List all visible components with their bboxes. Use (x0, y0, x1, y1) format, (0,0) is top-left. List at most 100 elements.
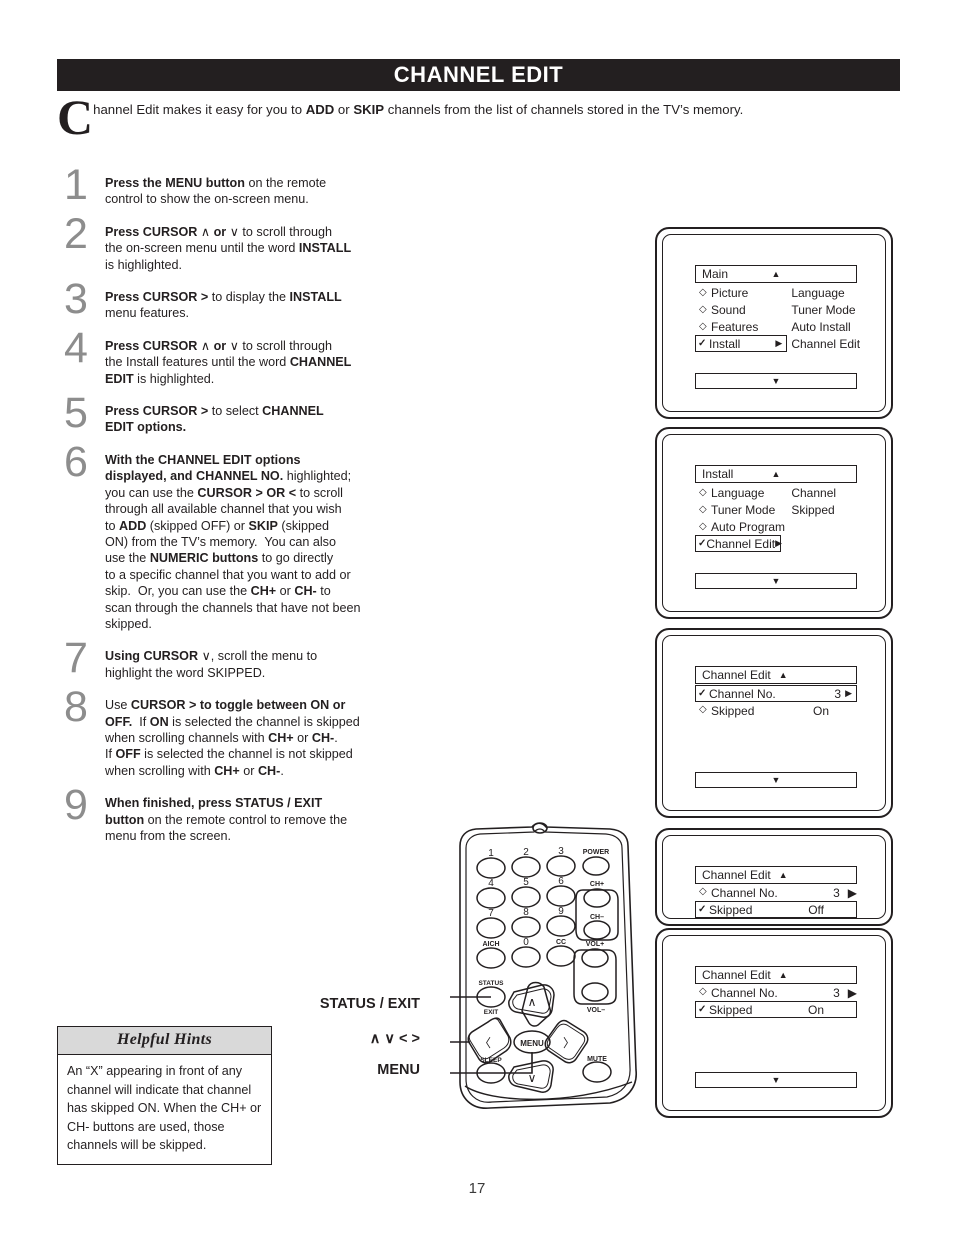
instruction-step: 8 Use CURSOR > to toggle between ON or OFF… (55, 684, 455, 779)
osd-scroll-down-bar[interactable]: ▼ (695, 573, 857, 589)
svg-text:7: 7 (488, 908, 494, 919)
chevron-right-icon: ▶ (845, 688, 852, 698)
osd-title-text: Channel Edit (702, 968, 771, 982)
menu-item[interactable]: ◇ Auto Program (695, 518, 787, 535)
menu-item-value: Off (808, 902, 824, 917)
menu-item-selected[interactable]: ✓ Channel No. 3 ▶ (695, 685, 857, 702)
osd-channel-edit: Channel Edit ▲ ✓ Channel No. 3 ▶ ◇ Skipp… (695, 666, 857, 719)
menu-item-selected[interactable]: ✓ Skipped On (695, 1001, 857, 1018)
osd-title-bar: Channel Edit ▲ (695, 666, 857, 684)
diamond-icon: ◇ (699, 304, 707, 315)
osd-title-bar: Install ▲ (695, 465, 857, 483)
svg-text:EXIT: EXIT (484, 1009, 498, 1016)
intro-text-1: hannel Edit makes it easy for you to (93, 102, 306, 117)
diamond-icon: ◇ (699, 521, 707, 532)
step-number: 9 (64, 781, 88, 830)
submenu-label: Skipped (791, 502, 835, 517)
diamond-icon: ◇ (699, 703, 707, 715)
scroll-up-icon: ▲ (778, 969, 788, 980)
menu-item[interactable]: ◇ Channel No. 3 ▶ (695, 884, 857, 901)
submenu-label: Channel (791, 485, 837, 500)
osd-scroll-down-bar[interactable]: ▼ (695, 772, 857, 788)
tv-screen-main-menu: Main ▲ ◇ Picture ◇ Sound ◇ Features ✓ In… (655, 227, 893, 419)
svg-text:CC: CC (556, 939, 566, 946)
remote-control-diagram: 1 2 3 POWER 4 5 6 CH+ 7 8 9 CH– AICH 0 C… (410, 820, 650, 1125)
menu-item[interactable]: ◇ Tuner Mode (695, 501, 787, 518)
svg-text:SLEEP: SLEEP (480, 1057, 502, 1064)
menu-item[interactable]: ◇ Picture (695, 284, 787, 301)
menu-item-label: Channel No. (711, 885, 778, 900)
osd-title-text: Channel Edit (702, 668, 771, 682)
menu-item-label: Install (709, 336, 741, 351)
scroll-down-icon: ▼ (771, 376, 781, 386)
svg-text:STATUS: STATUS (478, 980, 504, 987)
diamond-icon: ◇ (699, 885, 707, 897)
svg-text:3: 3 (558, 846, 564, 857)
intro-paragraph: C hannel Edit makes it easy for you to A… (57, 92, 902, 142)
menu-item-label: Sound (711, 302, 746, 317)
menu-item-value: 3 (833, 985, 840, 1000)
callout-menu: MENU (377, 1062, 420, 1078)
intro-text-2: or (334, 102, 354, 117)
scroll-down-icon: ▼ (771, 775, 781, 785)
osd-left-column: ◇ Picture ◇ Sound ◇ Features ✓ Install ▶ (695, 284, 788, 352)
svg-text:2: 2 (523, 847, 529, 858)
osd-scroll-down-bar[interactable]: ▼ (695, 373, 857, 389)
osd-title-bar: Main ▲ (695, 265, 857, 283)
tv-screen-bezel-inner: Channel Edit ▲ ✓ Channel No. 3 ▶ ◇ Skipp… (662, 635, 886, 811)
osd-channel-edit-on: Channel Edit ▲ ◇ Channel No. 3 ▶ ✓ Skipp… (695, 966, 857, 1018)
menu-item[interactable]: ◇ Features (695, 318, 787, 335)
osd-title-text: Install (702, 467, 734, 481)
osd-scroll-down-bar[interactable]: ▼ (695, 1072, 857, 1088)
menu-item-value: 3 (834, 686, 842, 701)
step-number: 4 (64, 323, 88, 372)
step-text: When finished, press STATUS / EXIT button… (105, 796, 348, 843)
menu-item[interactable]: ◇ Sound (695, 301, 787, 318)
scroll-up-icon: ▲ (778, 869, 788, 880)
remote-control-svg: 1 2 3 POWER 4 5 6 CH+ 7 8 9 CH– AICH 0 C… (410, 822, 637, 1109)
instruction-step: 3 Press CURSOR > to display the INSTALL me… (55, 276, 455, 322)
menu-item-label: Features (711, 319, 759, 334)
svg-text:6: 6 (558, 876, 564, 887)
tv-screen-channel-edit-chno: Channel Edit ▲ ✓ Channel No. 3 ▶ ◇ Skipp… (655, 628, 893, 818)
scroll-up-icon: ▲ (771, 468, 781, 479)
diamond-icon: ◇ (699, 504, 707, 515)
page-title: CHANNEL EDIT (393, 62, 564, 87)
step-text: Press CURSOR ∧ or ∨ to scroll through the… (105, 337, 352, 386)
menu-item-label: Picture (711, 285, 749, 300)
intro-text-3: channels from the list of channels store… (384, 102, 744, 117)
menu-item-label: Tuner Mode (711, 502, 776, 517)
chevron-right-icon: ▶ (775, 338, 783, 348)
svg-text:1: 1 (488, 848, 494, 859)
menu-item-label: Skipped (709, 902, 753, 917)
menu-item-label: Language (711, 485, 765, 500)
menu-item-value: 3 (833, 885, 840, 900)
osd-title-bar: Channel Edit ▲ (695, 966, 857, 984)
menu-item-selected[interactable]: ✓ Channel Edit ▶ (695, 535, 782, 552)
tv-screen-install-menu: Install ▲ ◇ Language ◇ Tuner Mode ◇ Auto… (655, 427, 893, 619)
intro-bold-add: ADD (305, 102, 335, 117)
osd-install-menu: Install ▲ ◇ Language ◇ Tuner Mode ◇ Auto… (695, 465, 857, 552)
step-number: 3 (64, 275, 88, 324)
step-text: Press CURSOR ∧ or ∨ to scroll through the… (105, 223, 352, 272)
instruction-step: 6 With the CHANNEL EDIT options displayed,… (55, 439, 455, 632)
submenu-label: Auto Install (791, 319, 851, 334)
instruction-step: 9 When finished, press STATUS / EXIT butto… (55, 782, 455, 844)
page-header-bar: CHANNEL EDIT (57, 59, 900, 91)
menu-item-selected[interactable]: ✓ Skipped Off (695, 901, 857, 918)
step-text: Use CURSOR > to toggle between ON or OFF.… (105, 698, 360, 778)
intro-bold-skip: SKIP (353, 102, 385, 117)
menu-item-selected[interactable]: ✓ Install ▶ (695, 335, 788, 352)
menu-item[interactable]: ◇ Skipped On (695, 702, 857, 719)
submenu-label: Tuner Mode (791, 302, 856, 317)
step-number: 2 (64, 209, 88, 258)
instruction-step: 7 Using CURSOR ∨, scroll the menu to highl… (55, 635, 455, 681)
check-icon: ✓ (698, 538, 707, 549)
osd-right-column: Channel Skipped (787, 484, 857, 552)
chevron-right-icon: ▶ (847, 985, 857, 1000)
osd-title-text: Channel Edit (702, 868, 771, 882)
menu-item[interactable]: ◇ Language (695, 484, 787, 501)
menu-item[interactable]: ◇ Channel No. 3 ▶ (695, 984, 857, 1001)
scroll-up-icon: ▲ (771, 268, 781, 279)
step-number: 5 (64, 389, 88, 438)
